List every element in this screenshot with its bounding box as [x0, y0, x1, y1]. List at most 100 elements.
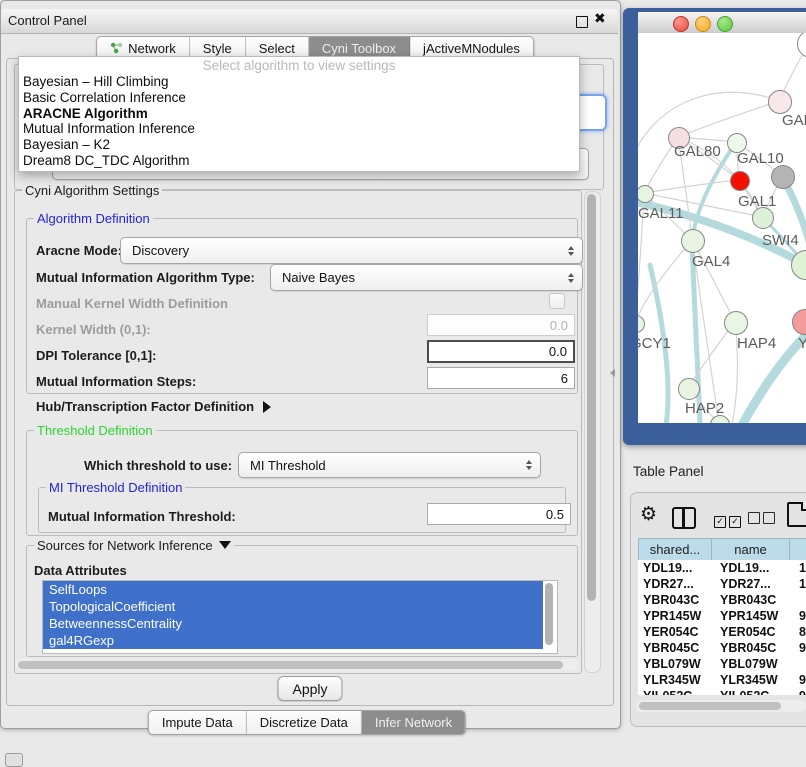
kernel-width-input[interactable]: 0.0 [427, 314, 575, 336]
zoom-traffic-light[interactable] [717, 16, 733, 32]
which-threshold-value: MI Threshold [250, 458, 326, 473]
data-attributes-label: Data Attributes [34, 563, 127, 578]
tab-label: Impute Data [162, 715, 233, 730]
attribute-item-topologicalcoefficient[interactable]: TopologicalCoefficient [43, 598, 543, 615]
column-header-name[interactable]: name [712, 539, 790, 561]
node-hap2[interactable] [678, 378, 700, 400]
bottom-tab-infer-network[interactable]: Infer Network [362, 711, 465, 734]
node-gray[interactable] [771, 165, 795, 189]
apply-button[interactable]: Apply [277, 676, 342, 701]
node-gal80-label: GAL80 [674, 143, 721, 160]
attribute-item-betweennesscentrality[interactable]: BetweennessCentrality [43, 615, 543, 632]
table-row[interactable]: YDR27...YDR27...12 [638, 576, 806, 592]
algorithm-option-aracne-algorithm[interactable]: ARACNE Algorithm [19, 106, 579, 122]
algorithm-option-dream8-dc-tdc-algorithm[interactable]: Dream8 DC_TDC Algorithm [19, 153, 579, 169]
node-gal-pink[interactable] [768, 90, 792, 114]
network-canvas[interactable]: GALGAL80GAL10GAL11GAL1SWI4GAL4GCY1HAP4YH… [638, 33, 806, 423]
node-red[interactable] [730, 171, 750, 191]
apply-button-label: Apply [292, 681, 327, 697]
attribute-item-selfloops[interactable]: SelfLoops [43, 581, 543, 598]
expand-right-icon [263, 401, 271, 413]
table-row[interactable]: YBR043CYBR043C [638, 592, 806, 608]
columns-icon[interactable] [672, 507, 696, 529]
stepper-arrows-icon [568, 273, 574, 283]
splitter-handle[interactable] [610, 369, 615, 377]
gear-icon[interactable]: ⚙ [640, 503, 657, 525]
new-table-icon[interactable] [787, 502, 806, 527]
algorithm-option-bayesian-hill-climbing[interactable]: Bayesian – Hill Climbing [19, 74, 579, 90]
tab-label: Cyni Toolbox [322, 41, 396, 56]
table-cell [797, 656, 806, 672]
hub-definition-label: Hub/Transcription Factor Definition [36, 399, 254, 414]
mi-type-select[interactable]: Naive Bayes [270, 264, 583, 291]
node-gal4[interactable] [681, 229, 705, 253]
table-cell: 13 [797, 560, 806, 576]
minimize-traffic-light[interactable] [695, 16, 711, 32]
table-row[interactable]: YPR145WYPR145W9. [638, 608, 806, 624]
aracne-mode-select[interactable]: Discovery [120, 237, 583, 264]
settings-vertical-scrollbar[interactable] [584, 191, 601, 673]
dpi-tolerance-input[interactable]: 0.0 [427, 340, 575, 363]
table-cell: YDL19... [638, 560, 715, 576]
float-window-icon[interactable] [576, 16, 588, 28]
algorithm-option-bayesian-k2[interactable]: Bayesian – K2 [19, 137, 579, 153]
table-cell: YER054C [638, 624, 715, 640]
manual-kernel-label: Manual Kernel Width Definition [36, 296, 228, 311]
settings-horizontal-scrollbar[interactable] [16, 659, 578, 670]
mi-steps-input[interactable]: 6 [427, 367, 575, 389]
table-horizontal-scrollbar[interactable] [636, 700, 806, 712]
table-horizontal-scrollbar-thumb[interactable] [639, 702, 781, 710]
select-all-columns-icon[interactable]: ✓✓ [714, 511, 744, 529]
kernel-width-label: Kernel Width (0,1): [36, 322, 151, 337]
node-gcy1-label: GCY1 [638, 335, 671, 352]
deselect-all-columns-icon[interactable] [748, 511, 778, 529]
mi-steps-label: Mutual Information Steps: [36, 374, 196, 389]
bottom-tab-discretize-data[interactable]: Discretize Data [247, 711, 362, 734]
table-cell: YIL052C [715, 688, 797, 695]
table-row[interactable]: YDL19...YDL19...13 [638, 560, 806, 576]
attribute-list-scrollbar-thumb[interactable] [545, 583, 553, 645]
table-row[interactable]: YER054CYER054C8. [638, 624, 806, 640]
column-header-a[interactable]: A [790, 539, 806, 561]
dpi-tolerance-label: DPI Tolerance [0,1]: [36, 348, 156, 363]
algorithm-popup-prompt: Select algorithm to view settings [19, 57, 579, 74]
table-cell: YBR043C [715, 592, 797, 608]
settings-vertical-scrollbar-thumb[interactable] [587, 194, 596, 601]
table-row[interactable]: YBR045CYBR045C9. [638, 640, 806, 656]
node-hap4[interactable] [724, 311, 748, 335]
mi-threshold-input[interactable]: 0.5 [427, 503, 571, 525]
mi-type-label: Mutual Information Algorithm Type: [36, 270, 255, 285]
node-gal4-label: GAL4 [692, 253, 730, 270]
close-traffic-light[interactable] [673, 16, 689, 32]
algorithm-option-basic-correlation-inference[interactable]: Basic Correlation Inference [19, 90, 579, 106]
mi-threshold-group-title: MI Threshold Definition [46, 480, 185, 495]
algorithm-popup-list: Bayesian – Hill ClimbingBasic Correlatio… [19, 74, 579, 169]
table-row[interactable]: YLR345WYLR345W9. [638, 672, 806, 688]
node-gal1-label: GAL1 [738, 193, 776, 210]
algorithm-option-mutual-information-inference[interactable]: Mutual Information Inference [19, 121, 579, 137]
aracne-mode-label: Aracne Mode: [36, 243, 122, 258]
table-row[interactable]: YBL079WYBL079W [638, 656, 806, 672]
sources-expander[interactable]: Sources for Network Inference [34, 538, 234, 553]
cyni-algorithm-settings-title: Cyni Algorithm Settings [22, 183, 162, 198]
which-threshold-select[interactable]: MI Threshold [238, 452, 541, 478]
manual-kernel-checkbox[interactable] [549, 293, 565, 309]
table-cell: YBR045C [715, 640, 797, 656]
hub-definition-expander[interactable]: Hub/Transcription Factor Definition [36, 399, 271, 414]
sources-title: Sources for Network Inference [37, 538, 213, 553]
table-cell: YBL079W [715, 656, 797, 672]
minimized-panel-icon[interactable] [5, 753, 23, 767]
table-cell: YDR27... [638, 576, 715, 592]
table-cell: YDR27... [715, 576, 797, 592]
attribute-item-gal4rgexp[interactable]: gal4RGexp [43, 632, 543, 649]
table-panel-title: Table Panel [633, 464, 704, 479]
node-gal1[interactable] [752, 207, 774, 229]
table-cell: 9. [797, 640, 806, 656]
control-panel-titlebar [1, 9, 618, 34]
column-header-shared[interactable]: shared... [639, 539, 712, 561]
bottom-tab-impute-data[interactable]: Impute Data [149, 711, 247, 734]
settings-horizontal-scrollbar-thumb[interactable] [18, 661, 563, 669]
close-icon[interactable]: ✖ [594, 11, 606, 27]
table-row[interactable]: YIL052CYIL052C9 [638, 688, 806, 695]
network-tab-icon [110, 41, 123, 57]
